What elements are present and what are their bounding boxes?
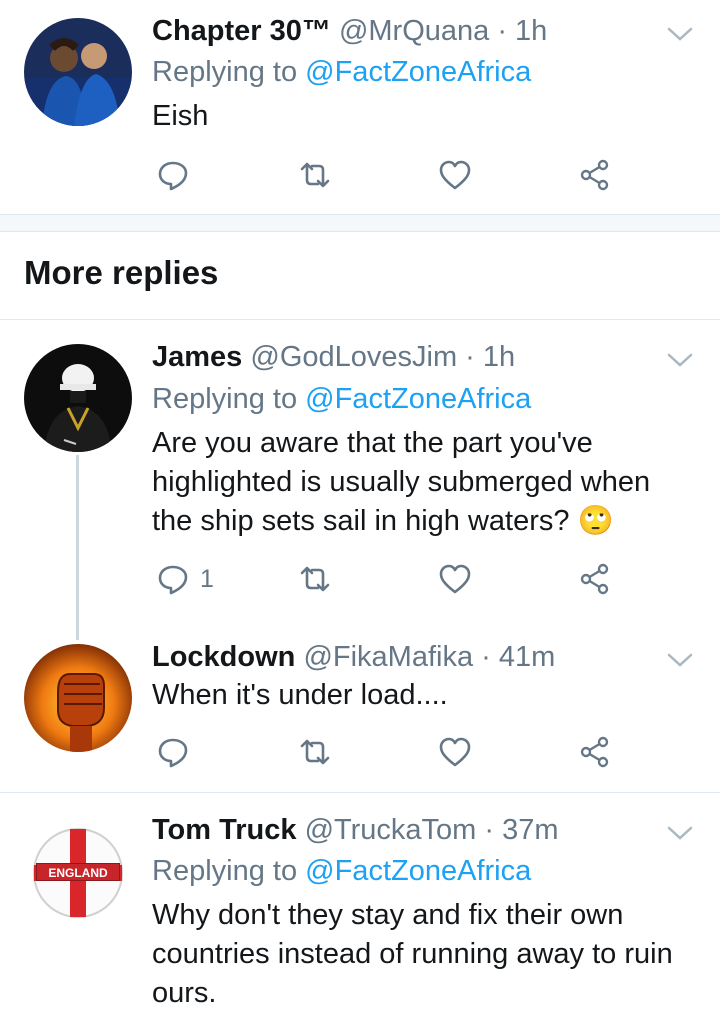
avatar[interactable]: [24, 18, 132, 126]
share-icon: [580, 159, 609, 191]
display-name[interactable]: Lockdown: [152, 641, 295, 673]
avatar-image: [24, 18, 132, 126]
avatar-label: ENGLAND: [36, 863, 120, 881]
reply-count: 1: [200, 564, 214, 593]
replying-to: Replying to @FactZoneAfrica: [152, 383, 532, 415]
mention-link[interactable]: @FactZoneAfrica: [305, 855, 531, 887]
reply-icon: [158, 161, 188, 191]
chevron-down-icon[interactable]: [666, 24, 694, 44]
handle-time: @GodLovesJim · 1h: [250, 341, 516, 373]
chevron-down-icon[interactable]: [666, 350, 694, 370]
share-icon: [580, 736, 609, 768]
reply-icon: [158, 565, 188, 595]
retweet-icon: [300, 566, 330, 592]
tweet-header: Lockdown @FikaMafika · 41m: [152, 639, 555, 675]
tweet-header: Tom Truck @TruckaTom · 37m: [152, 812, 559, 848]
mention-link[interactable]: @FactZoneAfrica: [305, 56, 531, 88]
like-icon: [439, 737, 471, 767]
chevron-down-icon[interactable]: [666, 823, 694, 843]
retweet-icon: [300, 739, 330, 765]
like-button[interactable]: [438, 559, 472, 599]
tweet-james[interactable]: James @GodLovesJim · 1h Replying to @Fac…: [0, 320, 720, 620]
tweet-header: James @GodLovesJim · 1h: [152, 339, 515, 375]
share-button[interactable]: [578, 155, 612, 195]
avatar[interactable]: [24, 344, 132, 452]
handle-time: @FikaMafika · 41m: [303, 641, 556, 673]
retweet-button[interactable]: [298, 732, 332, 772]
share-button[interactable]: [578, 559, 612, 599]
reply-button[interactable]: [156, 155, 190, 195]
tweet-actions: 1: [152, 559, 622, 599]
reply-button[interactable]: 1: [156, 559, 214, 599]
like-button[interactable]: [438, 732, 472, 772]
chevron-down-icon[interactable]: [666, 650, 694, 670]
handle-time: @MrQuana · 1h: [338, 15, 548, 47]
handle-time: @TruckaTom · 37m: [304, 814, 559, 846]
display-name[interactable]: Chapter 30™: [152, 15, 331, 47]
tweet-actions: [152, 155, 622, 195]
section-gap: [0, 214, 720, 232]
replying-to: Replying to @FactZoneAfrica: [152, 56, 532, 88]
replying-to: Replying to @FactZoneAfrica: [152, 855, 532, 887]
retweet-icon: [300, 162, 330, 188]
tweet-header: Chapter 30™ @MrQuana · 1h: [152, 13, 547, 49]
tweet-chapter30[interactable]: Chapter 30™ @MrQuana · 1h Replying to @F…: [0, 0, 720, 215]
tweet-tom-truck[interactable]: ENGLAND Tom Truck @TruckaTom · 37m Reply…: [0, 793, 720, 1013]
share-button[interactable]: [578, 732, 612, 772]
avatar-image: [24, 644, 132, 752]
share-icon: [580, 563, 609, 595]
like-icon: [439, 160, 471, 190]
retweet-button[interactable]: [298, 559, 332, 599]
tweet-actions: [152, 732, 622, 772]
retweet-button[interactable]: [298, 155, 332, 195]
tweet-text: Why don't they stay and fix their own co…: [152, 899, 673, 1009]
avatar[interactable]: ENGLAND: [24, 819, 132, 927]
like-icon: [439, 564, 471, 594]
more-replies-heading: More replies: [24, 254, 219, 291]
display-name[interactable]: Tom Truck: [152, 814, 297, 846]
tweet-text: Eish: [152, 100, 209, 132]
tweet-lockdown[interactable]: Lockdown @FikaMafika · 41m When it's und…: [0, 620, 720, 792]
tweet-text: When it's under load....: [152, 679, 448, 711]
like-button[interactable]: [438, 155, 472, 195]
tweet-text: Are you aware that the part you've highl…: [152, 427, 651, 537]
mention-link[interactable]: @FactZoneAfrica: [305, 383, 531, 415]
avatar[interactable]: [24, 644, 132, 752]
avatar-image: [24, 344, 132, 452]
display-name[interactable]: James: [152, 341, 242, 373]
reply-icon: [158, 738, 188, 768]
reply-button[interactable]: [156, 732, 190, 772]
